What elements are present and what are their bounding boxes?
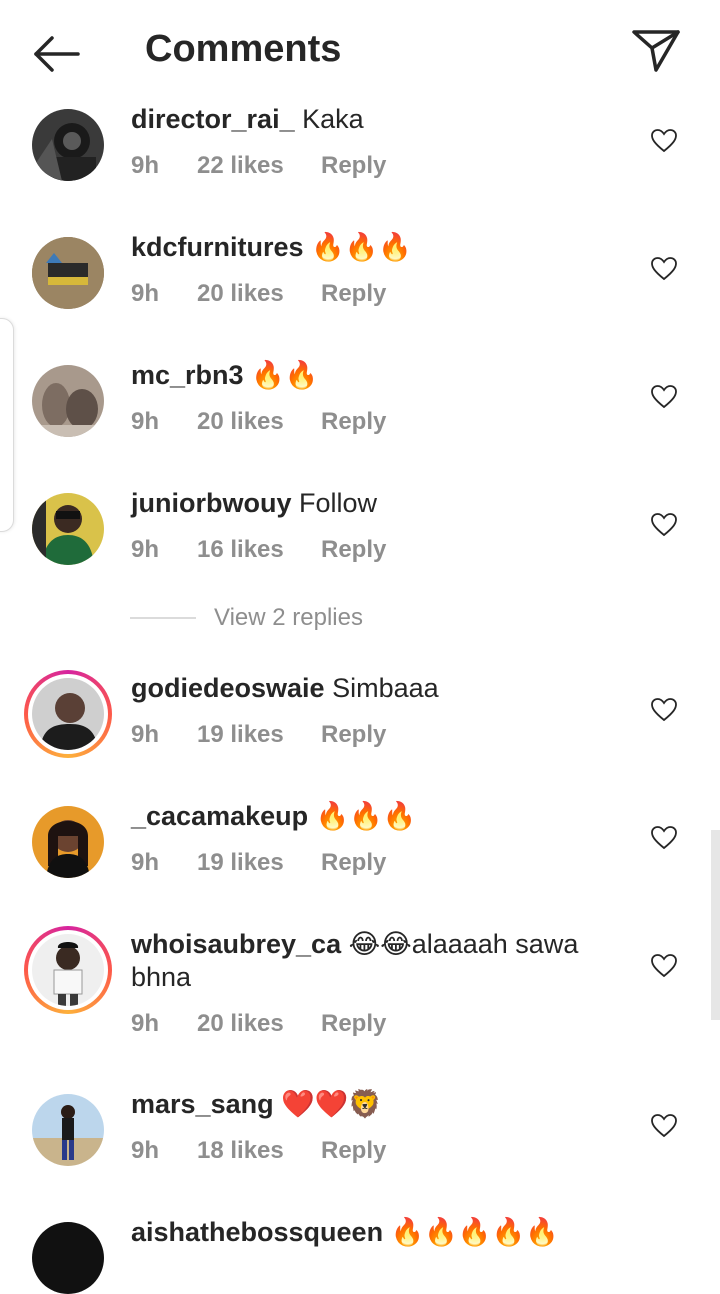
story-ring[interactable]	[24, 670, 112, 758]
comment-time: 9h	[131, 280, 160, 307]
reply-button[interactable]: Reply	[321, 280, 386, 308]
comment-username[interactable]: aishathebossqueen	[131, 1217, 383, 1247]
reply-button[interactable]: Reply	[321, 721, 386, 749]
comment-text: mc_rbn3 🔥🔥	[131, 359, 601, 392]
replies-divider	[130, 617, 196, 619]
comment-body: 🔥🔥🔥	[311, 232, 412, 262]
comment-text: whoisaubrey_ca 😂😂alaaaah sawa bhna	[131, 928, 601, 994]
reply-button[interactable]: Reply	[321, 536, 386, 564]
avatar[interactable]	[32, 365, 104, 437]
comment-body: Simbaaa	[332, 673, 439, 703]
comment-text: director_rai_ Kaka	[131, 103, 601, 136]
comment-body: 🔥🔥🔥🔥🔥	[390, 1217, 559, 1247]
avatar[interactable]	[32, 806, 104, 878]
reply-button[interactable]: Reply	[321, 1010, 386, 1038]
comment-text: _cacamakeup 🔥🔥🔥	[131, 800, 601, 833]
heart-icon[interactable]	[650, 255, 678, 283]
comment-likes[interactable]: 16 likes	[197, 536, 284, 564]
comment-likes[interactable]: 19 likes	[197, 849, 284, 877]
comment-text: godiedeoswaie Simbaaa	[131, 672, 601, 705]
comment-username[interactable]: juniorbwouy	[131, 488, 291, 518]
comment-body: Kaka	[302, 104, 364, 134]
heart-icon[interactable]	[650, 127, 678, 155]
comment-username[interactable]: director_rai_	[131, 104, 295, 134]
heart-icon[interactable]	[650, 952, 678, 980]
comment-text: juniorbwouy Follow	[131, 487, 601, 520]
avatar[interactable]	[32, 934, 104, 1006]
comment-body: 🔥🔥🔥	[315, 801, 417, 831]
comment-time: 9h	[131, 152, 160, 179]
comment-likes[interactable]: 20 likes	[197, 1010, 284, 1038]
comment-time: 9h	[131, 408, 160, 435]
comment-username[interactable]: kdcfurnitures	[131, 232, 304, 262]
comment-likes[interactable]: 18 likes	[197, 1137, 284, 1165]
heart-icon[interactable]	[650, 696, 678, 724]
avatar[interactable]	[32, 109, 104, 181]
avatar[interactable]	[32, 678, 104, 750]
top-bar: Comments	[0, 0, 720, 100]
back-button[interactable]	[28, 32, 84, 76]
avatar[interactable]	[32, 237, 104, 309]
avatar[interactable]	[32, 493, 104, 565]
comment-likes[interactable]: 19 likes	[197, 721, 284, 749]
view-replies-label[interactable]: View 2 replies	[214, 604, 363, 632]
scrollbar[interactable]	[711, 830, 720, 1020]
comment-likes[interactable]: 20 likes	[197, 408, 284, 436]
comment-username[interactable]: whoisaubrey_ca	[131, 929, 341, 959]
comment-username[interactable]: _cacamakeup	[131, 801, 308, 831]
heart-icon[interactable]	[650, 1112, 678, 1140]
story-ring[interactable]	[24, 926, 112, 1014]
comment-time: 9h	[131, 1010, 160, 1037]
heart-icon[interactable]	[650, 824, 678, 852]
comment-text: mars_sang ❤️❤️🦁	[131, 1088, 601, 1121]
comment-time: 9h	[131, 721, 160, 748]
comment-time: 9h	[131, 1137, 160, 1164]
reply-button[interactable]: Reply	[321, 849, 386, 877]
comment-username[interactable]: godiedeoswaie	[131, 673, 325, 703]
reply-button[interactable]: Reply	[321, 1137, 386, 1165]
comment-time: 9h	[131, 536, 160, 563]
page-title: Comments	[145, 28, 342, 70]
avatar[interactable]	[32, 1094, 104, 1166]
heart-icon[interactable]	[650, 511, 678, 539]
paper-plane-icon	[632, 30, 680, 72]
comment-username[interactable]: mc_rbn3	[131, 360, 244, 390]
comment-likes[interactable]: 20 likes	[197, 280, 284, 308]
comment-likes[interactable]: 22 likes	[197, 152, 284, 180]
reply-button[interactable]: Reply	[321, 408, 386, 436]
comment-username[interactable]: mars_sang	[131, 1089, 274, 1119]
comment-text: kdcfurnitures 🔥🔥🔥	[131, 231, 601, 264]
heart-icon[interactable]	[650, 383, 678, 411]
view-replies-button[interactable]: View 2 replies	[130, 604, 430, 636]
comment-body: 🔥🔥	[251, 360, 319, 390]
share-button[interactable]	[628, 26, 684, 76]
reply-button[interactable]: Reply	[321, 152, 386, 180]
comment-body: ❤️❤️🦁	[281, 1089, 382, 1119]
comment-body: Follow	[299, 488, 378, 518]
comment-time: 9h	[131, 849, 160, 876]
arrow-left-icon	[34, 36, 80, 72]
side-edge-tab[interactable]	[0, 318, 14, 532]
